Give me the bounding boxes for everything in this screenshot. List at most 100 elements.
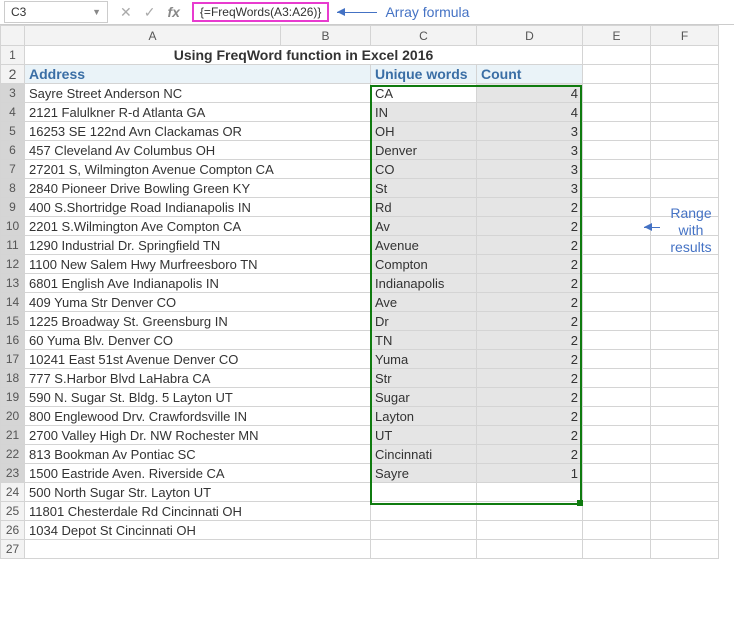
cell-count[interactable]: 3 xyxy=(477,141,583,160)
cell-word[interactable]: Avenue xyxy=(371,236,477,255)
cell[interactable] xyxy=(583,331,651,350)
cell-address[interactable]: 27201 S, Wilmington Avenue Compton CA xyxy=(25,160,371,179)
row-header[interactable]: 9 xyxy=(1,198,25,217)
cell-address[interactable]: 1500 Eastride Aven. Riverside CA xyxy=(25,464,371,483)
cell[interactable] xyxy=(651,350,719,369)
cell[interactable] xyxy=(651,46,719,65)
header-unique[interactable]: Unique words xyxy=(371,65,477,84)
cell[interactable] xyxy=(651,407,719,426)
cell-count[interactable]: 2 xyxy=(477,274,583,293)
cell-count[interactable]: 2 xyxy=(477,331,583,350)
cell-word[interactable]: OH xyxy=(371,122,477,141)
cell-count[interactable]: 2 xyxy=(477,369,583,388)
cell-address[interactable]: 2201 S.Wilmington Ave Compton CA xyxy=(25,217,371,236)
cell-address[interactable]: 400 S.Shortridge Road Indianapolis IN xyxy=(25,198,371,217)
cell[interactable] xyxy=(651,274,719,293)
cell[interactable] xyxy=(583,445,651,464)
cell-address[interactable]: 60 Yuma Blv. Denver CO xyxy=(25,331,371,350)
cell-address[interactable]: 800 Englewood Drv. Crawfordsville IN xyxy=(25,407,371,426)
cell-count[interactable]: 2 xyxy=(477,445,583,464)
cell[interactable] xyxy=(583,141,651,160)
cell-word[interactable] xyxy=(371,483,477,502)
row-header[interactable]: 10 xyxy=(1,217,25,236)
row-header[interactable]: 17 xyxy=(1,350,25,369)
row-header[interactable]: 12 xyxy=(1,255,25,274)
row-header[interactable]: 11 xyxy=(1,236,25,255)
cell-count[interactable]: 3 xyxy=(477,179,583,198)
cell-word[interactable]: Ave xyxy=(371,293,477,312)
cell[interactable] xyxy=(583,388,651,407)
cell[interactable] xyxy=(583,483,651,502)
cell-address[interactable]: 1290 Industrial Dr. Springfield TN xyxy=(25,236,371,255)
cell-word[interactable]: St xyxy=(371,179,477,198)
row-header[interactable]: 18 xyxy=(1,369,25,388)
chevron-down-icon[interactable]: ▼ xyxy=(92,2,101,22)
cell[interactable] xyxy=(583,312,651,331)
row-header[interactable]: 15 xyxy=(1,312,25,331)
cell[interactable] xyxy=(651,312,719,331)
cell-word[interactable]: Str xyxy=(371,369,477,388)
cell[interactable] xyxy=(583,369,651,388)
cell[interactable] xyxy=(651,331,719,350)
row-header[interactable]: 27 xyxy=(1,540,25,559)
col-header[interactable]: E xyxy=(583,26,651,46)
cell-address[interactable]: 813 Bookman Av Pontiac SC xyxy=(25,445,371,464)
cell[interactable] xyxy=(583,293,651,312)
cell-word[interactable]: CA xyxy=(371,84,477,103)
cell[interactable] xyxy=(651,521,719,540)
cell-address[interactable]: 409 Yuma Str Denver CO xyxy=(25,293,371,312)
cell-count[interactable] xyxy=(477,521,583,540)
row-header[interactable]: 7 xyxy=(1,160,25,179)
formula-input[interactable]: {=FreqWords(A3:A26)} xyxy=(192,2,330,22)
cell[interactable] xyxy=(651,369,719,388)
cell-address[interactable]: 2121 Falulkner R-d Atlanta GA xyxy=(25,103,371,122)
col-header[interactable]: A xyxy=(25,26,281,46)
cell-word[interactable] xyxy=(371,521,477,540)
cell-count[interactable]: 2 xyxy=(477,198,583,217)
cell-word[interactable] xyxy=(371,540,477,559)
row-header[interactable]: 25 xyxy=(1,502,25,521)
cell-count[interactable]: 2 xyxy=(477,217,583,236)
cell-word[interactable]: TN xyxy=(371,331,477,350)
cell-address[interactable]: 6801 English Ave Indianapolis IN xyxy=(25,274,371,293)
row-header[interactable]: 20 xyxy=(1,407,25,426)
cell-word[interactable]: Av xyxy=(371,217,477,236)
row-header[interactable]: 1 xyxy=(1,46,25,65)
cell-address[interactable]: 500 North Sugar Str. Layton UT xyxy=(25,483,371,502)
cell-word[interactable]: Denver xyxy=(371,141,477,160)
cell-count[interactable]: 3 xyxy=(477,122,583,141)
cell-count[interactable]: 4 xyxy=(477,84,583,103)
corner-cell[interactable] xyxy=(1,26,25,46)
cell-address[interactable]: Sayre Street Anderson NC xyxy=(25,84,371,103)
header-count[interactable]: Count xyxy=(477,65,583,84)
cell-address[interactable]: 590 N. Sugar St. Bldg. 5 Layton UT xyxy=(25,388,371,407)
cell-word[interactable]: Indianapolis xyxy=(371,274,477,293)
cell-address[interactable]: 16253 SE 122nd Avn Clackamas OR xyxy=(25,122,371,141)
cell[interactable] xyxy=(651,141,719,160)
cell-address[interactable] xyxy=(25,540,371,559)
cell[interactable] xyxy=(583,65,651,84)
cell-count[interactable]: 2 xyxy=(477,236,583,255)
cell[interactable] xyxy=(651,293,719,312)
cell-word[interactable]: Layton xyxy=(371,407,477,426)
cell-count[interactable]: 2 xyxy=(477,388,583,407)
row-header[interactable]: 2 xyxy=(1,65,25,84)
row-header[interactable]: 5 xyxy=(1,122,25,141)
cell-word[interactable]: Dr xyxy=(371,312,477,331)
cell-address[interactable]: 2840 Pioneer Drive Bowling Green KY xyxy=(25,179,371,198)
col-header[interactable]: F xyxy=(651,26,719,46)
check-icon[interactable]: ✓ xyxy=(144,4,156,21)
row-header[interactable]: 3 xyxy=(1,84,25,103)
cell[interactable] xyxy=(651,483,719,502)
cell-address[interactable]: 1034 Depot St Cincinnati OH xyxy=(25,521,371,540)
col-header[interactable]: B xyxy=(281,26,371,46)
row-header[interactable]: 4 xyxy=(1,103,25,122)
cell-count[interactable]: 2 xyxy=(477,426,583,445)
cell[interactable] xyxy=(583,122,651,141)
cell-address[interactable]: 11801 Chesterdale Rd Cincinnati OH xyxy=(25,502,371,521)
col-header[interactable]: D xyxy=(477,26,583,46)
cell-address[interactable]: 457 Cleveland Av Columbus OH xyxy=(25,141,371,160)
cell-count[interactable]: 2 xyxy=(477,407,583,426)
cell[interactable] xyxy=(583,540,651,559)
cell[interactable] xyxy=(583,255,651,274)
